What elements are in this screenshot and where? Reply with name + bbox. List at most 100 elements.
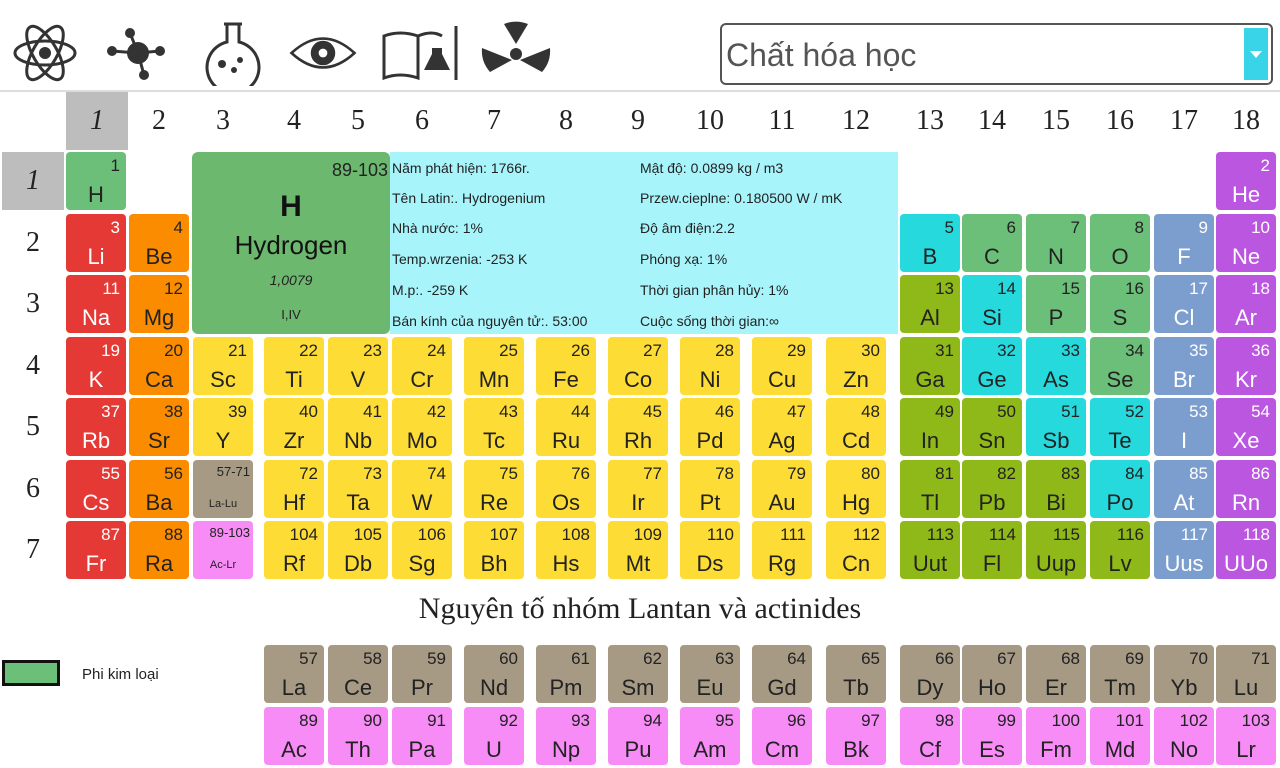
element-cell[interactable]: 30 Zn — [826, 336, 886, 395]
element-cell[interactable]: 60 Nd — [464, 645, 524, 703]
element-cell[interactable]: 42 Mo — [392, 398, 452, 456]
element-cell[interactable]: 8O — [1090, 213, 1150, 272]
element-cell[interactable]: 38 Sr — [129, 398, 189, 456]
group-header-14[interactable]: 14 — [962, 92, 1022, 150]
group-header-6[interactable]: 6 — [392, 92, 452, 150]
element-cell[interactable]: 102 No — [1154, 707, 1214, 765]
element-cell[interactable]: 17 Cl — [1154, 275, 1214, 333]
group-header-12[interactable]: 12 — [826, 92, 886, 150]
element-cell[interactable]: 62 Sm — [608, 645, 668, 703]
element-cell[interactable]: 71 Lu — [1216, 645, 1276, 703]
element-cell[interactable]: 84 Po — [1090, 459, 1150, 518]
element-cell[interactable]: 32 Ge — [962, 336, 1022, 395]
group-header-18[interactable]: 18 — [1216, 92, 1276, 150]
element-cell[interactable]: 48 Cd — [826, 398, 886, 456]
element-cell[interactable]: 24 Cr — [392, 336, 452, 395]
element-cell[interactable]: 23 V — [328, 336, 388, 395]
element-cell[interactable]: 110 Ds — [680, 521, 740, 579]
element-cell[interactable]: 98 Cf — [900, 707, 960, 765]
element-cell[interactable]: 69 Tm — [1090, 645, 1150, 703]
element-cell[interactable]: 20 Ca — [129, 336, 189, 395]
element-range-cell[interactable]: 57-71 La-Lu — [193, 459, 253, 518]
element-cell[interactable]: 116 Lv — [1090, 521, 1150, 579]
element-cell[interactable]: 81 Tl — [900, 459, 960, 518]
group-header-5[interactable]: 5 — [328, 92, 388, 150]
element-cell[interactable]: 76 Os — [536, 459, 596, 518]
element-cell[interactable]: 67 Ho — [962, 645, 1022, 703]
period-header-1[interactable]: 1 — [2, 152, 64, 210]
group-header-8[interactable]: 8 — [536, 92, 596, 150]
period-header-7[interactable]: 7 — [2, 521, 64, 579]
element-cell[interactable]: 39 Y — [193, 398, 253, 456]
element-cell[interactable]: 109 Mt — [608, 521, 668, 579]
element-cell[interactable]: 66 Dy — [900, 645, 960, 703]
element-cell[interactable]: 53 I — [1154, 398, 1214, 456]
element-cell[interactable]: 118 UUo — [1216, 521, 1276, 579]
element-cell[interactable]: 21 Sc — [193, 336, 253, 395]
element-cell[interactable]: 51 Sb — [1026, 398, 1086, 456]
element-cell[interactable]: 92 U — [464, 707, 524, 765]
element-cell[interactable]: 86 Rn — [1216, 459, 1276, 518]
molecule-icon[interactable] — [100, 18, 170, 88]
period-header-2[interactable]: 2 — [2, 214, 64, 272]
element-cell[interactable]: 56 Ba — [129, 459, 189, 518]
element-cell[interactable]: 58 Ce — [328, 645, 388, 703]
group-header-15[interactable]: 15 — [1026, 92, 1086, 150]
element-cell[interactable]: 64 Gd — [752, 645, 812, 703]
element-cell[interactable]: 91 Pa — [392, 707, 452, 765]
element-cell[interactable]: 15 P — [1026, 275, 1086, 333]
element-cell[interactable]: 4 Be — [129, 213, 189, 272]
group-header-2[interactable]: 2 — [129, 92, 189, 150]
element-cell[interactable]: 36 Kr — [1216, 336, 1276, 395]
element-cell[interactable]: 40 Zr — [264, 398, 324, 456]
period-header-6[interactable]: 6 — [2, 460, 64, 518]
element-cell[interactable]: 113 Uut — [900, 521, 960, 579]
element-cell[interactable]: 54 Xe — [1216, 398, 1276, 456]
atom-icon[interactable] — [10, 18, 80, 88]
element-cell[interactable]: 31 Ga — [900, 336, 960, 395]
element-cell[interactable]: 115 Uup — [1026, 521, 1086, 579]
element-cell[interactable]: 34 Se — [1090, 336, 1150, 395]
element-cell[interactable]: 106 Sg — [392, 521, 452, 579]
element-cell[interactable]: 79 Au — [752, 459, 812, 518]
element-cell[interactable]: 57 La — [264, 645, 324, 703]
element-cell[interactable]: 35 Br — [1154, 336, 1214, 395]
element-cell[interactable]: 3 Li — [66, 213, 126, 272]
element-cell[interactable]: 61 Pm — [536, 645, 596, 703]
element-cell[interactable]: 7N — [1026, 213, 1086, 272]
element-cell[interactable]: 45 Rh — [608, 398, 668, 456]
element-cell[interactable]: 117 Uus — [1154, 521, 1214, 579]
group-header-9[interactable]: 9 — [608, 92, 668, 150]
period-header-3[interactable]: 3 — [2, 275, 64, 333]
group-header-4[interactable]: 4 — [264, 92, 324, 150]
element-cell[interactable]: 112 Cn — [826, 521, 886, 579]
element-cell[interactable]: 10 Ne — [1216, 213, 1276, 272]
element-cell[interactable]: 50 Sn — [962, 398, 1022, 456]
element-cell[interactable]: 99 Es — [962, 707, 1022, 765]
element-cell[interactable]: 28 Ni — [680, 336, 740, 395]
element-cell[interactable]: 103 Lr — [1216, 707, 1276, 765]
element-cell[interactable]: 72 Hf — [264, 459, 324, 518]
element-cell[interactable]: 108 Hs — [536, 521, 596, 579]
element-cell[interactable]: 5B — [900, 213, 960, 272]
group-header-16[interactable]: 16 — [1090, 92, 1150, 150]
book-flask-icon[interactable] — [380, 18, 462, 88]
chevron-down-icon[interactable] — [1244, 28, 1268, 80]
element-cell[interactable]: 12 Mg — [129, 275, 189, 333]
element-cell[interactable]: 95 Am — [680, 707, 740, 765]
element-cell[interactable]: 78 Pt — [680, 459, 740, 518]
element-cell[interactable]: 114 Fl — [962, 521, 1022, 579]
element-cell[interactable]: 74 W — [392, 459, 452, 518]
element-cell[interactable]: 46 Pd — [680, 398, 740, 456]
element-cell[interactable]: 19 K — [66, 336, 126, 395]
element-cell[interactable]: 52 Te — [1090, 398, 1150, 456]
element-cell[interactable]: 89 Ac — [264, 707, 324, 765]
element-cell[interactable]: 90 Th — [328, 707, 388, 765]
element-cell[interactable]: 107 Bh — [464, 521, 524, 579]
element-cell[interactable]: 77 Ir — [608, 459, 668, 518]
element-cell[interactable]: 6C — [962, 213, 1022, 272]
element-cell[interactable]: 93 Np — [536, 707, 596, 765]
period-header-4[interactable]: 4 — [2, 337, 64, 395]
flask-icon[interactable] — [198, 18, 268, 88]
eye-icon[interactable] — [288, 18, 358, 88]
